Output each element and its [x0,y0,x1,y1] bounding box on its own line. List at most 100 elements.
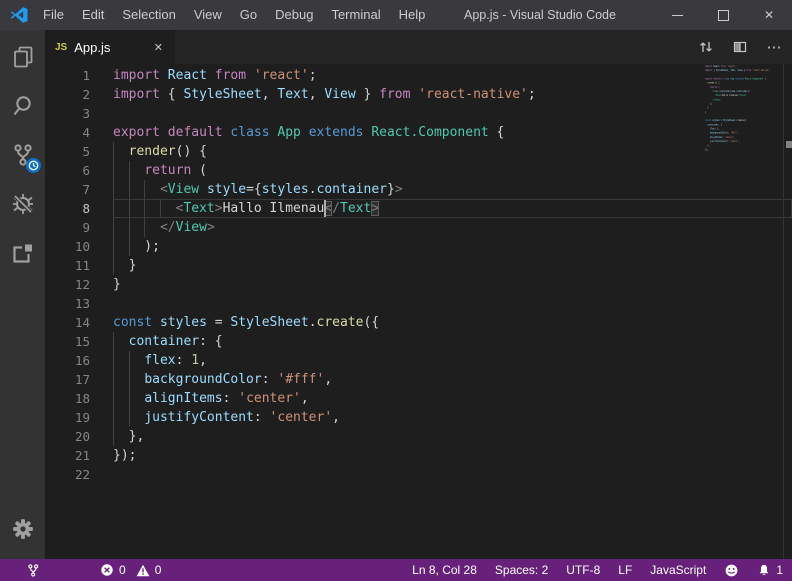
code-line-21[interactable]: 21}); [45,446,792,465]
code-line-16[interactable]: 16 flex: 1, [45,351,792,370]
code-editor[interactable]: 1import React from 'react';2import { Sty… [45,64,792,559]
menu-terminal[interactable]: Terminal [322,0,389,30]
line-number[interactable]: 14 [45,313,113,332]
maximize-button[interactable] [700,0,746,30]
problems-status[interactable]: 0 0 [100,563,161,577]
editor-group: JS App.js ✕ [45,30,792,559]
menu-edit[interactable]: Edit [73,0,113,30]
editor-actions: ⋯ [696,30,784,64]
code-line-7[interactable]: 7 <View style={styles.container}> [45,180,792,199]
code-line-20[interactable]: 20 }, [45,427,792,446]
menu-view[interactable]: View [185,0,231,30]
code-line-11[interactable]: 11 } [45,256,792,275]
line-number[interactable]: 22 [45,465,113,484]
branch-fork-icon[interactable] [26,563,40,578]
activity-extensions-button[interactable] [0,228,45,277]
code-line-5[interactable]: 5 render() { [45,142,792,161]
code-line-1[interactable]: 1import React from 'react'; [45,66,792,85]
line-number[interactable]: 1 [45,66,113,85]
line-number[interactable]: 11 [45,256,113,275]
status-left: 0 0 [0,563,161,578]
files-icon [10,44,36,70]
line-number[interactable]: 13 [45,294,113,313]
minimize-button[interactable] [654,0,700,30]
vscode-window: File Edit Selection View Go Debug Termin… [0,0,792,581]
warning-count: 0 [155,563,162,577]
status-indentation[interactable]: Spaces: 2 [486,559,557,581]
line-number[interactable]: 6 [45,161,113,180]
code-line-12[interactable]: 12} [45,275,792,294]
open-changes-button[interactable] [696,37,716,57]
manage-settings-button[interactable] [0,504,45,553]
status-encoding[interactable]: UTF-8 [557,559,609,581]
code-line-22[interactable]: 22 [45,465,792,484]
activity-bar [0,30,45,559]
code-line-9[interactable]: 9 </View> [45,218,792,237]
error-count: 0 [119,563,126,577]
tab-label: App.js [74,40,152,55]
code-line-15[interactable]: 15 container: { [45,332,792,351]
feedback-button[interactable] [715,559,748,581]
line-number[interactable]: 9 [45,218,113,237]
tab-close-icon[interactable]: ✕ [152,39,165,56]
smiley-icon [724,563,739,578]
minimap-content: import React from 'react';import { Style… [705,64,783,156]
minimap[interactable]: import React from 'react';import { Style… [705,64,783,559]
notifications-button[interactable]: 1 [748,559,792,581]
close-icon: ✕ [764,9,774,21]
line-number[interactable]: 12 [45,275,113,294]
code-line-17[interactable]: 17 backgroundColor: '#fff', [45,370,792,389]
line-number[interactable]: 16 [45,351,113,370]
code-line-3[interactable]: 3 [45,104,792,123]
menu-go[interactable]: Go [231,0,266,30]
line-number[interactable]: 2 [45,85,113,104]
line-number[interactable]: 3 [45,104,113,123]
menu-debug[interactable]: Debug [266,0,322,30]
line-number[interactable]: 17 [45,370,113,389]
status-line-col[interactable]: Ln 8, Col 28 [403,559,486,581]
activity-debug-button[interactable] [0,179,45,228]
status-eol[interactable]: LF [609,559,641,581]
line-number[interactable]: 10 [45,237,113,256]
notification-count: 1 [776,563,783,577]
code-line-2[interactable]: 2import { StyleSheet, Text, View } from … [45,85,792,104]
overview-ruler[interactable] [783,64,792,559]
code-line-19[interactable]: 19 justifyContent: 'center', [45,408,792,427]
activity-search-button[interactable] [0,81,45,130]
code-line-18[interactable]: 18 alignItems: 'center', [45,389,792,408]
code-line-8[interactable]: 8 <Text>Hallo Ilmenau</Text> [45,199,792,218]
activity-source-control-button[interactable] [0,130,45,179]
menu-file[interactable]: File [34,0,73,30]
menu-selection[interactable]: Selection [113,0,184,30]
extensions-icon [10,240,36,266]
javascript-file-icon: JS [55,42,67,53]
line-number[interactable]: 15 [45,332,113,351]
clock-icon [28,160,39,171]
window-title: App.js - Visual Studio Code [420,0,660,30]
code-line-4[interactable]: 4export default class App extends React.… [45,123,792,142]
line-number[interactable]: 19 [45,408,113,427]
tab-appjs[interactable]: JS App.js ✕ [45,30,175,64]
line-number[interactable]: 20 [45,427,113,446]
code-line-13[interactable]: 13 [45,294,792,313]
status-language[interactable]: JavaScript [641,559,715,581]
line-number[interactable]: 18 [45,389,113,408]
activity-explorer-button[interactable] [0,32,45,81]
minimize-icon [672,15,683,16]
code-line-14[interactable]: 14const styles = StyleSheet.create({ [45,313,792,332]
line-number[interactable]: 7 [45,180,113,199]
line-number[interactable]: 21 [45,446,113,465]
line-number[interactable]: 5 [45,142,113,161]
warning-icon [136,564,150,577]
split-editor-button[interactable] [730,37,750,57]
line-number[interactable]: 8 [45,199,113,218]
close-button[interactable]: ✕ [746,0,792,30]
maximize-icon [718,10,729,21]
title-bar: File Edit Selection View Go Debug Termin… [0,0,792,30]
menu-bar: File Edit Selection View Go Debug Termin… [34,0,434,30]
more-actions-button[interactable]: ⋯ [764,37,784,57]
code-line-10[interactable]: 10 ); [45,237,792,256]
line-number[interactable]: 4 [45,123,113,142]
cursor-position-marker [786,141,792,148]
code-line-6[interactable]: 6 return ( [45,161,792,180]
